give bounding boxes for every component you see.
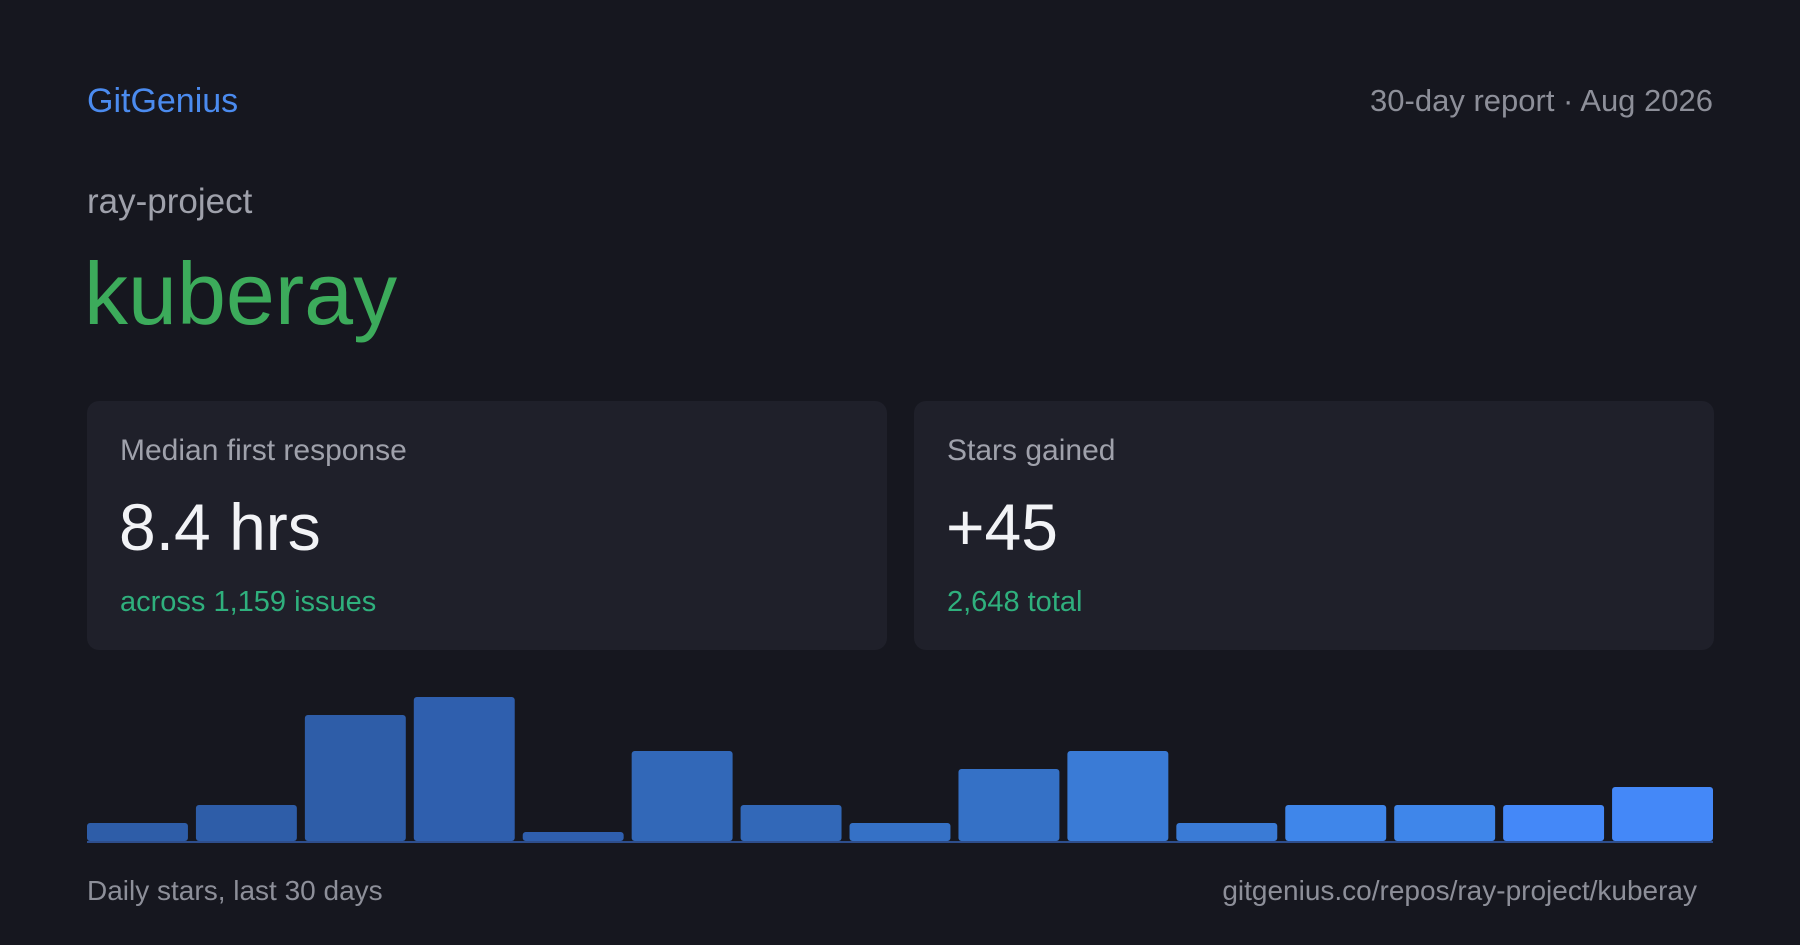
daily-stars-chart [87,690,1713,843]
chart-bar-9 [958,769,1060,841]
chart-bar-5 [522,832,624,841]
median-response-subtext: across 1,159 issues [120,586,377,618]
chart-bar-7 [740,805,842,841]
chart-bar-14 [1503,805,1605,841]
repo-owner: ray-project [87,182,253,221]
chart-bar-8 [849,823,951,841]
chart-caption: Daily stars, last 30 days [87,875,383,906]
median-response-card: Median first response 8.4 hrs across 1,1… [87,401,887,650]
repo-url-link[interactable]: gitgenius.co/repos/ray-project/kuberay [1222,874,1697,908]
repo-name-title: kuberay [84,244,398,343]
stars-gained-card: Stars gained +45 2,648 total [914,401,1714,650]
stars-gained-value: +45 [946,490,1058,564]
brand-logo[interactable]: GitGenius [87,81,238,121]
chart-bar-4 [413,697,515,841]
chart-bar-11 [1176,823,1278,841]
report-period-label: 30-day report · Aug 2026 [1370,83,1713,118]
stars-total-subtext: 2,648 total [947,586,1083,618]
chart-bar-15 [1612,787,1713,841]
median-response-label: Median first response [120,434,407,467]
chart-bar-3 [304,715,406,841]
chart-baseline [87,841,1713,843]
chart-bar-12 [1285,805,1387,841]
chart-bar-2 [195,805,297,841]
daily-stars-chart-svg [87,697,1713,843]
stars-gained-label: Stars gained [947,434,1116,467]
chart-bar-13 [1394,805,1496,841]
chart-bar-1 [87,823,188,841]
chart-bar-10 [1067,751,1169,841]
chart-bar-6 [631,751,733,841]
median-response-value: 8.4 hrs [119,490,321,564]
